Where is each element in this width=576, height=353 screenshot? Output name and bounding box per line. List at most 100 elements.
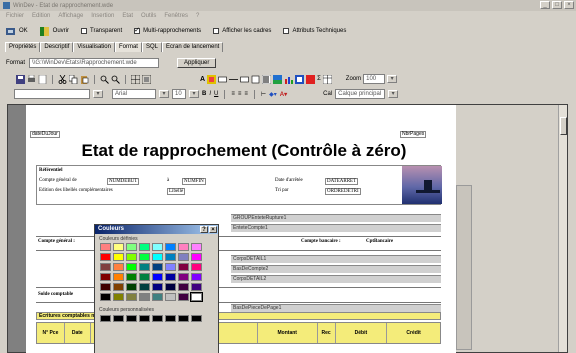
col-rec[interactable]: Rec bbox=[318, 323, 336, 343]
menu-insertion[interactable]: Insertion bbox=[91, 13, 114, 19]
chart-tool-icon[interactable] bbox=[284, 75, 294, 84]
color-swatch[interactable] bbox=[139, 293, 150, 301]
color-swatch[interactable] bbox=[152, 263, 163, 271]
transparent-checkbox[interactable]: Transparent bbox=[81, 28, 122, 34]
technical-checkbox[interactable]: Attributs Techniques bbox=[283, 28, 346, 34]
color-swatch[interactable] bbox=[126, 243, 137, 251]
color-swatch[interactable] bbox=[139, 273, 150, 281]
font-select[interactable]: Arial bbox=[112, 89, 156, 99]
style-dropdown-icon[interactable]: ▾ bbox=[93, 90, 103, 98]
layer-select[interactable]: Calque principal bbox=[335, 89, 386, 99]
col-montant[interactable]: Montant bbox=[258, 323, 318, 343]
color-swatch[interactable] bbox=[139, 263, 150, 271]
account-start-field[interactable]: NUMDEBUT bbox=[107, 178, 140, 185]
print-icon[interactable] bbox=[27, 74, 36, 84]
picture-tool-icon[interactable] bbox=[273, 74, 283, 84]
zoom-dropdown-icon[interactable]: ▾ bbox=[387, 75, 398, 83]
general-account-label[interactable]: Compte général : bbox=[38, 239, 75, 244]
italic-button[interactable]: I bbox=[209, 91, 211, 97]
report-title[interactable]: Etat de rapprochement (Contrôle à zéro) bbox=[74, 141, 414, 161]
bank-account-label[interactable]: Compte bancaire : bbox=[301, 239, 341, 244]
color-swatch[interactable] bbox=[165, 263, 176, 271]
color-swatch[interactable] bbox=[139, 283, 150, 291]
color-swatch[interactable] bbox=[190, 292, 203, 302]
maximize-button[interactable]: □ bbox=[552, 1, 562, 9]
font-color-icon[interactable]: A▾ bbox=[280, 91, 287, 98]
align-left-icon[interactable]: ≡ bbox=[231, 91, 235, 97]
search-next-icon[interactable] bbox=[111, 75, 120, 84]
color-swatch[interactable] bbox=[152, 253, 163, 261]
underline-button[interactable]: U bbox=[214, 91, 218, 97]
color-swatch[interactable] bbox=[152, 273, 163, 281]
color-swatch[interactable] bbox=[191, 273, 202, 281]
custom-color-swatch[interactable] bbox=[139, 315, 150, 322]
band-page-footer[interactable]: BasDePieceDePage1 bbox=[231, 304, 441, 312]
checkbox-tool-icon[interactable] bbox=[251, 75, 260, 84]
custom-color-swatch[interactable] bbox=[100, 315, 111, 322]
color-swatch[interactable] bbox=[126, 273, 137, 281]
open-button[interactable]: Ouvrir bbox=[39, 26, 69, 36]
color-swatch[interactable] bbox=[165, 243, 176, 251]
align-right-icon[interactable]: ≡ bbox=[244, 91, 248, 97]
col-date[interactable]: Date bbox=[65, 323, 91, 343]
color-swatch[interactable] bbox=[178, 243, 189, 251]
color-swatch[interactable] bbox=[165, 283, 176, 291]
color-swatch[interactable] bbox=[165, 273, 176, 281]
bold-button[interactable]: B bbox=[202, 91, 206, 97]
menu-etat[interactable]: Etat bbox=[122, 13, 133, 19]
barcode-tool-icon[interactable] bbox=[262, 74, 272, 84]
col-debit[interactable]: Débit bbox=[336, 323, 388, 343]
text-tool-icon[interactable]: A bbox=[200, 76, 205, 83]
tab-descriptif[interactable]: Descriptif bbox=[40, 42, 74, 52]
color-swatch[interactable] bbox=[191, 243, 202, 251]
color-swatch[interactable] bbox=[139, 253, 150, 261]
menu-fenetres[interactable]: Fenêtres bbox=[164, 13, 188, 19]
zoom-select[interactable]: 100 bbox=[363, 74, 386, 84]
color-swatch[interactable] bbox=[126, 283, 137, 291]
criteria-box[interactable]: Référentiel Compte général de NUMDEBUT à… bbox=[36, 165, 442, 205]
copy-icon[interactable] bbox=[69, 74, 78, 84]
color-swatch[interactable] bbox=[126, 263, 137, 271]
custom-color-swatch[interactable] bbox=[126, 315, 137, 322]
color-swatch[interactable] bbox=[100, 273, 111, 281]
menu-outils[interactable]: Outils bbox=[141, 13, 156, 19]
image-tool-icon[interactable] bbox=[207, 74, 217, 84]
custom-color-swatch[interactable] bbox=[178, 315, 189, 322]
color-swatch[interactable] bbox=[113, 263, 124, 271]
date-field[interactable]: dateDuJour bbox=[30, 131, 60, 138]
color-swatch[interactable] bbox=[113, 283, 124, 291]
color-swatch[interactable] bbox=[100, 263, 111, 271]
color-swatch[interactable] bbox=[100, 253, 111, 261]
color-swatch[interactable] bbox=[165, 293, 176, 301]
cut-icon[interactable] bbox=[58, 74, 67, 84]
book-balance-label[interactable]: Solde comptable bbox=[38, 292, 73, 297]
col-credit[interactable]: Crédit bbox=[387, 323, 440, 343]
style-select[interactable] bbox=[14, 89, 90, 99]
color-swatch[interactable] bbox=[100, 283, 111, 291]
color-swatch[interactable] bbox=[178, 273, 189, 281]
color-swatch[interactable] bbox=[126, 253, 137, 261]
menu-fichier[interactable]: Fichier bbox=[6, 13, 24, 19]
color-swatch[interactable] bbox=[113, 253, 124, 261]
font-dropdown-icon[interactable]: ▾ bbox=[159, 90, 169, 98]
color-swatch[interactable] bbox=[126, 293, 137, 301]
account-end-field[interactable]: NUMFIN bbox=[182, 178, 206, 185]
menu-help[interactable]: ? bbox=[196, 13, 199, 19]
custom-color-swatch[interactable] bbox=[191, 315, 202, 322]
report-photo[interactable] bbox=[402, 166, 442, 204]
color-swatch[interactable] bbox=[152, 243, 163, 251]
color-swatch[interactable] bbox=[191, 253, 202, 261]
menu-edition[interactable]: Edition bbox=[32, 13, 50, 19]
format-path-input[interactable]: \\G:\WinDev\Etats\Rapprochement.wde bbox=[29, 58, 160, 68]
color-swatch[interactable] bbox=[100, 243, 111, 251]
palette-help-button[interactable]: ? bbox=[200, 226, 208, 233]
vertical-scrollbar[interactable] bbox=[558, 105, 567, 352]
paste-icon[interactable] bbox=[80, 75, 89, 84]
custom-color-swatch[interactable] bbox=[152, 315, 163, 322]
tab-proprietes[interactable]: Propriétés bbox=[5, 42, 41, 52]
color-swatch[interactable] bbox=[100, 293, 111, 301]
align-icon[interactable] bbox=[142, 74, 151, 84]
pages-field[interactable]: NbrPages bbox=[400, 131, 427, 138]
search-icon[interactable] bbox=[100, 75, 109, 84]
ok-button[interactable]: OK bbox=[6, 27, 28, 36]
